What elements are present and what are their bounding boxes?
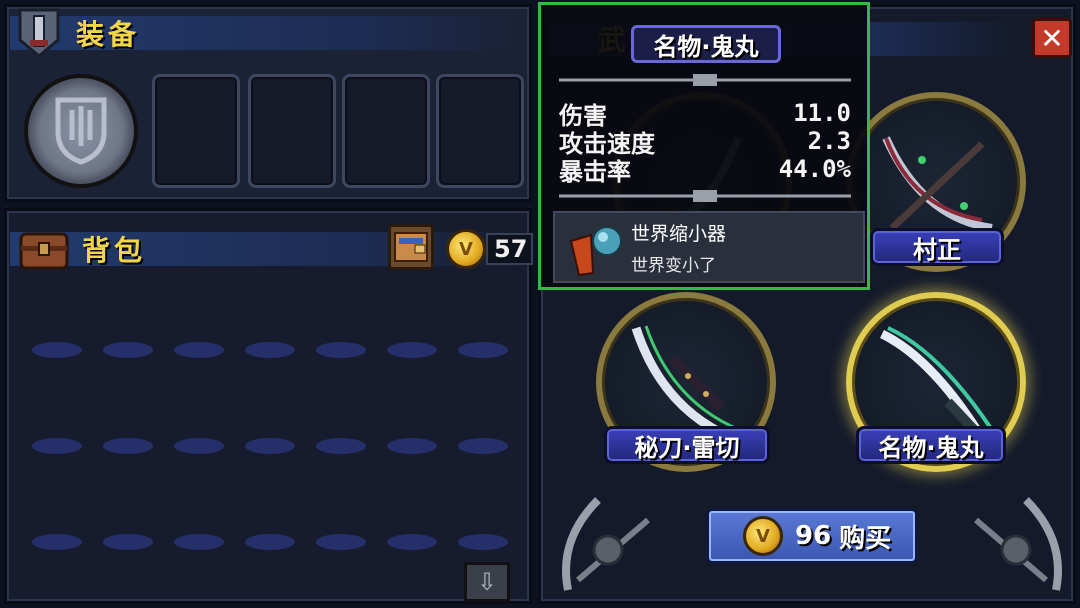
close-icon: ✕ xyxy=(1040,21,1064,55)
backpack-slot[interactable] xyxy=(245,342,295,358)
equip-slot[interactable] xyxy=(152,74,240,188)
laurel-ornament-icon xyxy=(974,497,1062,591)
weapon-label-onimaru[interactable]: 名物·鬼丸 xyxy=(856,426,1006,464)
stat-row-crit-rate: 暴击率 44.0% xyxy=(559,155,851,186)
effect-name: 世界缩小器 xyxy=(631,223,727,245)
equipment-title: 装备 xyxy=(76,18,141,51)
gold-coin-icon: V xyxy=(743,516,783,556)
equip-slot[interactable] xyxy=(436,74,524,188)
arrow-down-icon: ⇩ xyxy=(476,568,498,596)
stat-value: 44.0% xyxy=(778,155,851,183)
shield-slot[interactable] xyxy=(24,74,138,188)
backpack-slot[interactable] xyxy=(387,438,437,454)
backpack-slot[interactable] xyxy=(103,342,153,358)
backpack-slot[interactable] xyxy=(174,438,224,454)
backpack-title-bar: 背包 xyxy=(10,232,520,267)
backpack-slot[interactable] xyxy=(387,534,437,550)
helmet-icon xyxy=(18,8,60,58)
scroll-down-button[interactable]: ⇩ xyxy=(464,562,510,602)
weapon-label-raikiri[interactable]: 秘刀·雷切 xyxy=(604,426,770,464)
backpack-slot[interactable] xyxy=(32,534,82,550)
backpack-slot[interactable] xyxy=(245,438,295,454)
wallet-button[interactable] xyxy=(388,224,434,270)
tooltip-weapon-name: 名物·鬼丸 xyxy=(631,25,781,63)
backpack-slot[interactable] xyxy=(387,342,437,358)
weapon-tooltip: 名物·鬼丸 伤害 11.0 攻击速度 2.3 暴击率 44.0% 世界缩小器 世… xyxy=(538,2,870,290)
gold-coin-icon: V xyxy=(446,229,486,269)
shield-icon xyxy=(55,97,107,165)
equipment-title-bar: 装备 xyxy=(10,16,520,51)
gold-count: 57 xyxy=(486,233,534,265)
divider-ornament xyxy=(559,74,851,86)
stat-label: 暴击率 xyxy=(559,157,631,186)
backpack-slot[interactable] xyxy=(32,342,82,358)
effect-description: 世界变小了 xyxy=(631,256,716,276)
backpack-slot[interactable] xyxy=(174,342,224,358)
divider-ornament xyxy=(559,190,851,202)
backpack-slot[interactable] xyxy=(316,438,366,454)
equip-slot[interactable] xyxy=(248,74,336,188)
backpack-slot[interactable] xyxy=(458,534,508,550)
stat-value: 11.0 xyxy=(793,99,851,127)
shrink-device-icon xyxy=(569,226,622,277)
buy-label: 购买 xyxy=(839,523,892,554)
equip-slot[interactable] xyxy=(342,74,430,188)
backpack-slot[interactable] xyxy=(458,342,508,358)
buy-button[interactable]: V 96 购买 xyxy=(706,508,918,564)
chest-icon xyxy=(19,232,69,270)
weapon-label-muramasa[interactable]: 村正 xyxy=(870,228,1004,266)
buy-price: 96 xyxy=(795,521,832,551)
backpack-title: 背包 xyxy=(82,234,147,267)
backpack-slot[interactable] xyxy=(316,534,366,550)
backpack-slot[interactable] xyxy=(32,438,82,454)
tooltip-effect-box: 世界缩小器 世界变小了 xyxy=(553,211,865,283)
stat-value: 2.3 xyxy=(807,127,851,155)
backpack-slot[interactable] xyxy=(174,534,224,550)
backpack-slot[interactable] xyxy=(245,534,295,550)
backpack-slot[interactable] xyxy=(103,438,153,454)
backpack-slot[interactable] xyxy=(316,342,366,358)
backpack-slot[interactable] xyxy=(458,438,508,454)
laurel-ornament-icon xyxy=(562,497,650,591)
backpack-slot[interactable] xyxy=(103,534,153,550)
wallet-icon xyxy=(394,232,428,262)
close-button[interactable]: ✕ xyxy=(1032,18,1072,58)
